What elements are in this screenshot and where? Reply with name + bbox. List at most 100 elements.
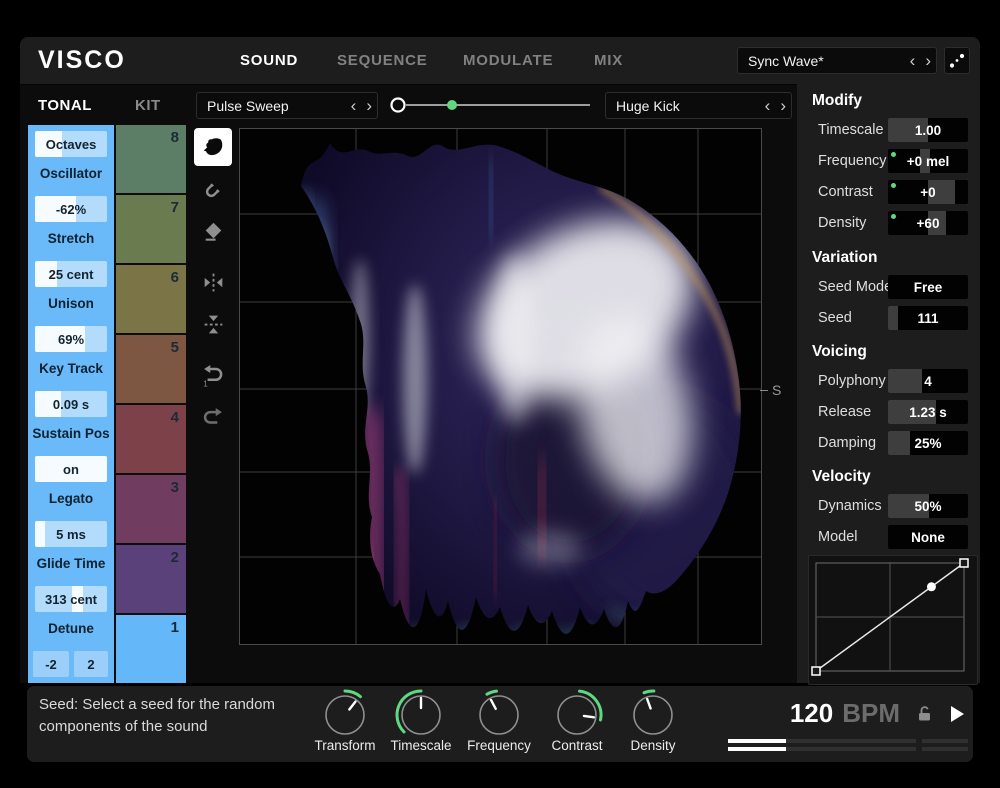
frequency-knob[interactable] (471, 687, 527, 743)
morph-slider[interactable] (388, 95, 594, 115)
layer-swatch-3[interactable]: 3 (116, 475, 186, 545)
curve-point[interactable] (927, 582, 936, 591)
bottom-bar: Seed: Select a seed for the random compo… (27, 686, 973, 762)
unison-value[interactable]: 25 cent (35, 261, 107, 287)
legato-value[interactable]: on (35, 456, 107, 482)
timescale-knob[interactable] (393, 687, 449, 743)
key-track-value[interactable]: 69% (35, 326, 107, 352)
transport-progress-bar[interactable] (728, 747, 968, 751)
transport-progress-bar[interactable] (728, 739, 968, 743)
range-low-button[interactable]: -2 (33, 651, 69, 677)
dynamics-value[interactable]: 50% (888, 494, 968, 518)
seed-mode-value[interactable]: Free (888, 275, 968, 299)
redo-button[interactable] (194, 398, 232, 436)
contrast-knob[interactable] (549, 687, 605, 743)
dots-icon (945, 48, 969, 73)
draw-tool-button[interactable] (194, 128, 232, 166)
seed-value[interactable]: 111 (888, 306, 968, 330)
frequency-value[interactable]: +0 mel (888, 149, 968, 173)
tab-modulate[interactable]: MODULATE (463, 52, 553, 69)
density-knob[interactable] (625, 687, 681, 743)
density-knob-label: Density (605, 738, 701, 753)
preset-b-next-icon[interactable]: › (775, 97, 791, 114)
morph-slider-origin[interactable] (392, 99, 405, 112)
patch-prev-icon[interactable]: ‹ (905, 52, 921, 69)
value-text: 4 (888, 369, 968, 393)
preset-a-prev-icon[interactable]: ‹ (346, 97, 362, 114)
play-icon (951, 706, 964, 722)
layer-swatch-5[interactable]: 5 (116, 335, 186, 405)
curve-handle-end[interactable] (960, 559, 968, 567)
layer-swatch-6[interactable]: 6 (116, 265, 186, 335)
tab-mix[interactable]: MIX (594, 52, 623, 69)
value-text: +60 (888, 211, 968, 235)
value-text: 313 cent (35, 586, 107, 612)
stretch-value[interactable]: -62% (35, 196, 107, 222)
sustain-pos-value[interactable]: 0.09 s (35, 391, 107, 417)
undo-button[interactable]: 1 (194, 357, 232, 395)
tooltip-line-2: components of the sound (39, 718, 207, 735)
sound-blob (301, 143, 755, 644)
redo-icon (200, 404, 226, 430)
key-track-label: Key Track (28, 361, 114, 376)
layer-number: 2 (171, 549, 179, 566)
preset-a-selector[interactable]: Pulse Sweep ‹ › (196, 92, 378, 119)
sidebar-tab-tonal[interactable]: TONAL (38, 97, 92, 114)
velocity-curve-editor[interactable] (808, 555, 978, 685)
tab-sound[interactable]: SOUND (240, 52, 298, 69)
polyphony-label: Polyphony (818, 373, 886, 389)
preset-b-selector[interactable]: Huge Kick ‹ › (605, 92, 792, 119)
density-label: Density (818, 215, 866, 231)
patch-next-icon[interactable]: › (920, 52, 936, 69)
tooltip-line-1: Seed: Select a seed for the random (39, 696, 275, 713)
undo-icon: 1 (200, 363, 226, 389)
timescale-value[interactable]: 1.00 (888, 118, 968, 142)
release-value[interactable]: 1.23 s (888, 400, 968, 424)
preset-b-prev-icon[interactable]: ‹ (760, 97, 776, 114)
value-text: 1.23 s (888, 400, 968, 424)
spectral-canvas[interactable] (239, 128, 762, 645)
damping-value[interactable]: 25% (888, 431, 968, 455)
layer-swatch-2[interactable]: 2 (116, 545, 186, 615)
detune-value[interactable]: 313 cent (35, 586, 107, 612)
preset-a-name: Pulse Sweep (207, 98, 346, 114)
polyphony-value[interactable]: 4 (888, 369, 968, 393)
transform-knob[interactable] (317, 687, 373, 743)
layer-swatch-7[interactable]: 7 (116, 195, 186, 265)
seed-label: Seed (818, 310, 852, 326)
magnet-tool-button[interactable] (194, 170, 232, 208)
sustain-marker: S (760, 382, 781, 398)
sustain-marker-label: S (772, 382, 781, 398)
contrast-value[interactable]: +0 (888, 180, 968, 204)
oscillator-value[interactable]: Octaves (35, 131, 107, 157)
eraser-tool-button[interactable] (194, 211, 232, 249)
range-high-button[interactable]: 2 (74, 651, 108, 677)
randomize-button[interactable] (944, 47, 970, 74)
app-logo: VISCO (38, 46, 126, 75)
sidebar-tab-kit[interactable]: KIT (135, 97, 161, 114)
value-text: Octaves (35, 131, 107, 157)
glide-time-value[interactable]: 5 ms (35, 521, 107, 547)
tab-sequence[interactable]: SEQUENCE (337, 52, 428, 69)
curve-handle-start[interactable] (812, 667, 820, 675)
layer-number: 6 (171, 269, 179, 286)
layer-swatch-1[interactable]: 1 (116, 615, 186, 683)
stretch-label: Stretch (28, 231, 114, 246)
density-value[interactable]: +60 (888, 211, 968, 235)
patch-selector[interactable]: Sync Wave* ‹ › (737, 47, 937, 74)
top-bar: VISCO SOUND SEQUENCE MODULATE MIX Sync W… (20, 37, 980, 85)
unison-label: Unison (28, 296, 114, 311)
collapse-horizontal-tool-button[interactable] (194, 263, 232, 301)
morph-slider-handle[interactable] (447, 100, 457, 110)
magnet-icon (201, 177, 226, 202)
play-button[interactable] (951, 706, 964, 722)
value-text: 1.00 (888, 118, 968, 142)
layer-swatch-8[interactable]: 8 (116, 125, 186, 195)
tempo-lock-button[interactable] (916, 705, 933, 722)
layer-swatch-4[interactable]: 4 (116, 405, 186, 475)
tempo-unit: BPM (842, 698, 900, 729)
preset-a-next-icon[interactable]: › (361, 97, 377, 114)
tempo-value[interactable]: 120 (790, 698, 833, 729)
model-value[interactable]: None (888, 525, 968, 549)
collapse-vertical-tool-button[interactable] (194, 305, 232, 343)
